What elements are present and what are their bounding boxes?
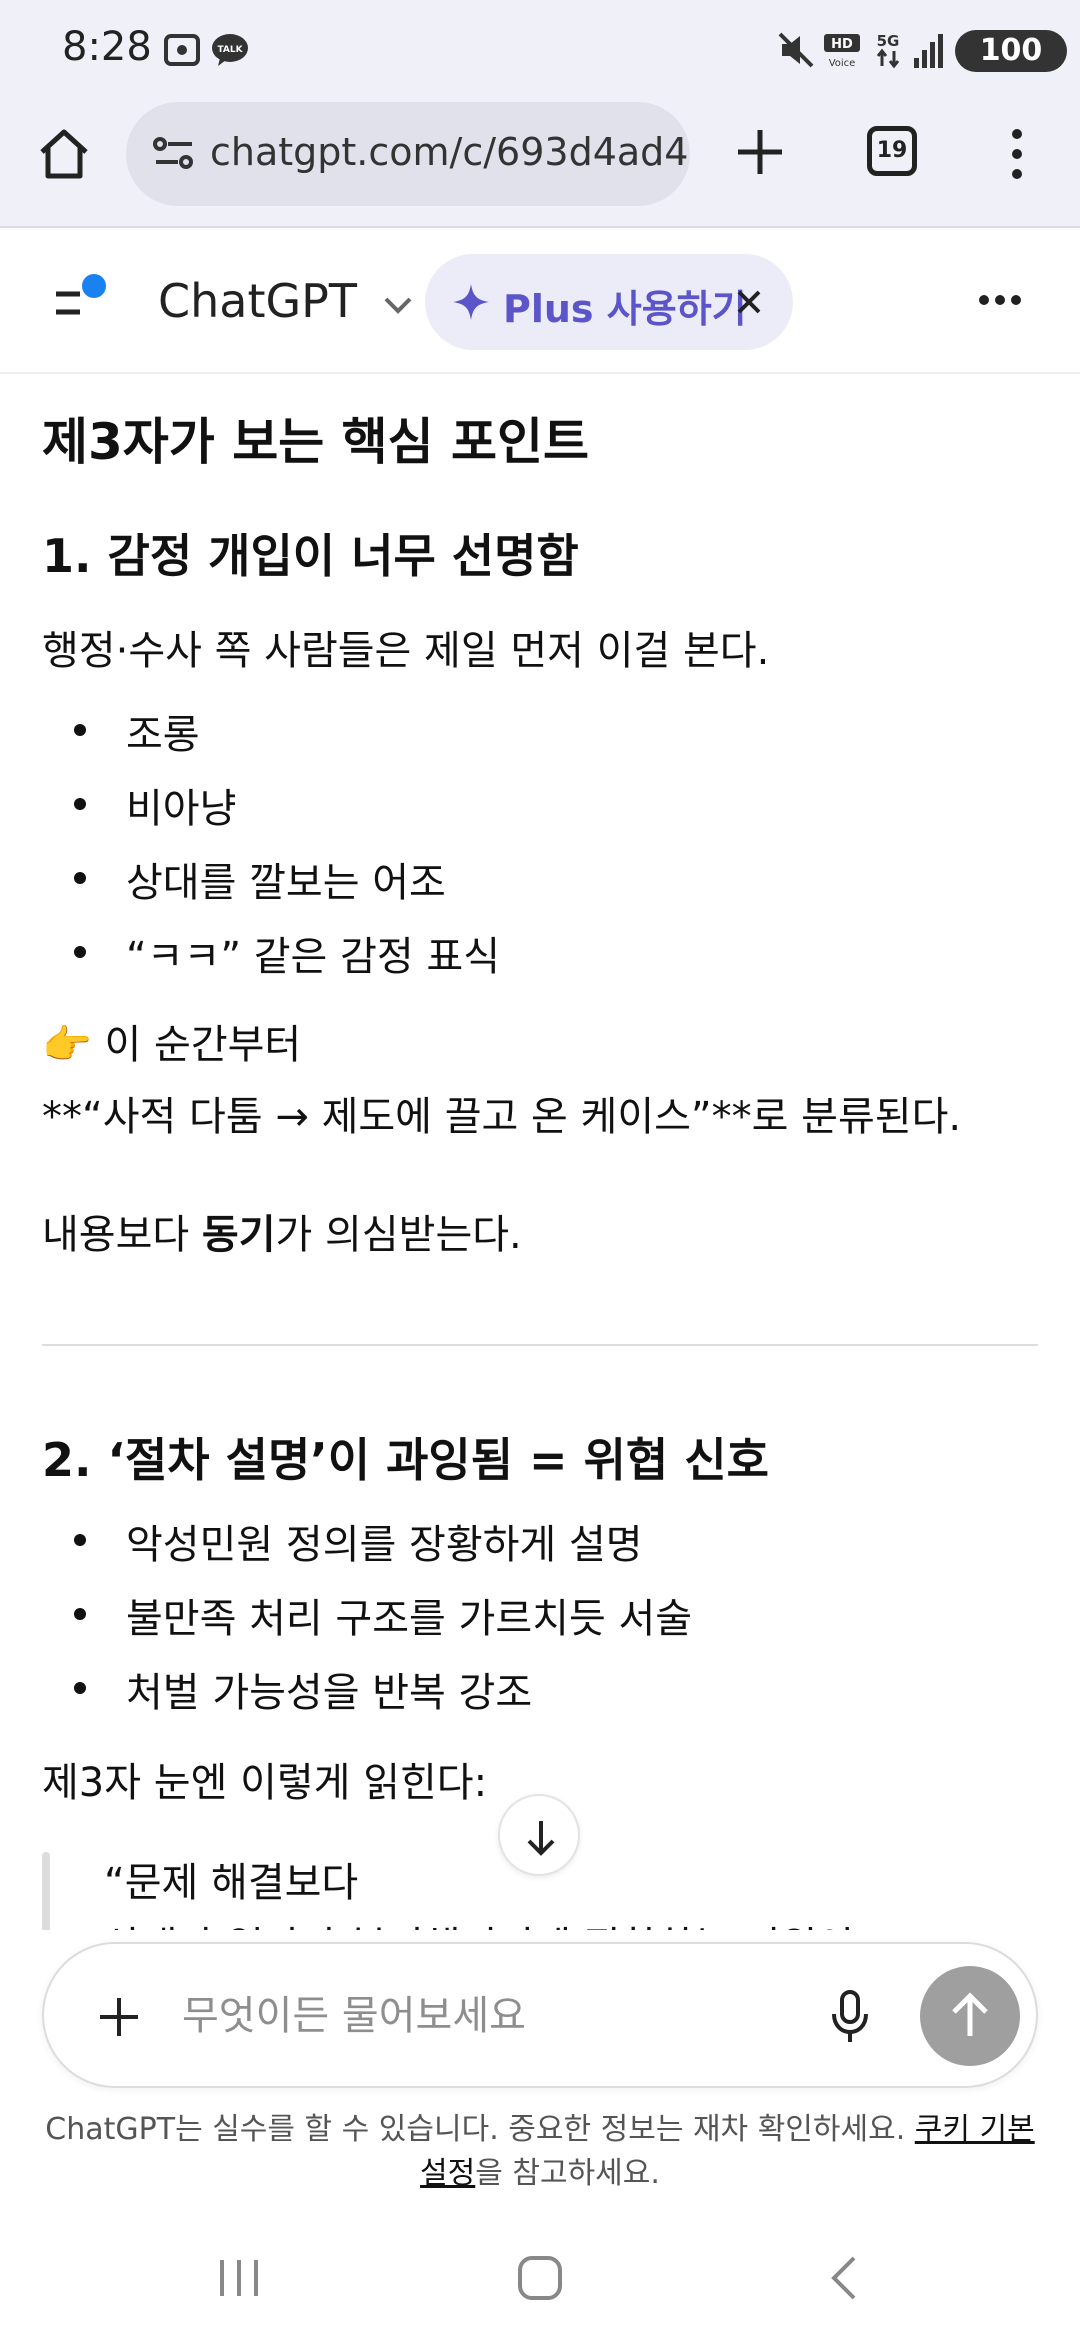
svg-text:5G: 5G [877, 32, 900, 50]
list-item: 조롱 [74, 702, 200, 760]
system-nav-bar [0, 2220, 1080, 2340]
chevron-down-icon [384, 297, 412, 314]
arrow-up-icon [952, 1992, 988, 2036]
list-item: 악성민원 정의를 장황하게 설명 [74, 1512, 643, 1570]
status-bar: 8:28 TALK HD Voice 5G 100 [0, 0, 1080, 100]
arrow-down-icon [527, 1821, 555, 1856]
sparkle-icon [453, 284, 489, 320]
suspicion-line: 내용보다 동기가 의심받는다. [42, 1212, 522, 1258]
list-item: 불만족 처리 구조를 가르치듯 서술 [73, 1586, 692, 1644]
talk-icon: TALK [212, 34, 248, 66]
site-settings-icon[interactable] [152, 134, 196, 174]
svg-text:TALK: TALK [217, 45, 243, 55]
more-menu-icon[interactable] [1000, 126, 1034, 182]
scroll-down-button[interactable] [498, 1794, 580, 1876]
disclaimer: ChatGPT는 실수를 할 수 있습니다. 중요한 정보는 재차 확인하세요.… [45, 2112, 1035, 2191]
browser-toolbar: chatgpt.com/c/693d4ad4-( 19 [0, 100, 1080, 228]
app-title: ChatGPT [158, 274, 357, 328]
quote-line-1: “문제 해결보다 [104, 1860, 359, 1906]
signal-icon [914, 34, 943, 68]
section1-intro: 행정·수사 쪽 사람들은 제일 먼저 이걸 본다. [42, 628, 770, 674]
pointer-line: 👉 이 순간부터 [42, 1022, 302, 1068]
list-item: 처벌 가능성을 반복 강조 [73, 1660, 532, 1718]
prompt-input[interactable] [182, 1986, 842, 2046]
svg-text:HD: HD [831, 37, 853, 52]
reading-line: 제3자 눈엔 이렇게 읽힌다: [42, 1760, 488, 1806]
divider [42, 1344, 1038, 1346]
status-time: 8:28 [62, 24, 152, 70]
section1-heading: 1. 감정 개입이 너무 선명함 [42, 529, 579, 583]
list-item: 상대를 깔보는 어조 [74, 850, 446, 908]
svg-text:Voice: Voice [829, 58, 856, 69]
app-header: ChatGPT Plus 사용하기 [0, 230, 1080, 374]
classification-line: **“사적 다툼 → 제도에 끌고 온 케이스”**로 분류된다. [42, 1094, 962, 1140]
address-bar[interactable]: chatgpt.com/c/693d4ad4-( [126, 102, 690, 206]
close-icon[interactable] [735, 288, 763, 316]
microphone-icon[interactable] [830, 1990, 870, 2044]
network-5g-icon: 5G [877, 32, 900, 69]
new-tab-icon[interactable] [730, 122, 790, 182]
tab-switcher-button[interactable]: 19 [867, 126, 917, 176]
sidebar-menu-icon[interactable] [50, 270, 114, 330]
emphasis-text: 동기 [201, 1212, 276, 1258]
url-text: chatgpt.com/c/693d4ad4-( [210, 130, 690, 174]
mute-icon [778, 32, 814, 68]
model-selector[interactable]: ChatGPT [158, 274, 414, 328]
home-nav-icon[interactable] [516, 2254, 564, 2302]
blockquote-bar [42, 1852, 50, 1942]
hd-voice-icon: HD Voice [824, 34, 860, 69]
plus-upgrade-label: Plus 사용하기 [503, 287, 747, 331]
recent-apps-icon[interactable] [214, 2256, 264, 2300]
back-icon[interactable] [824, 2254, 864, 2302]
section2-heading: 2. ‘절차 설명’이 과잉됨 = 위협 신호 [42, 1433, 769, 1487]
list-item: 비아냥 [73, 776, 236, 834]
more-options-icon[interactable] [978, 290, 1022, 310]
send-button[interactable] [920, 1966, 1020, 2066]
list-item: “ㅋㅋ” 같은 감정 표식 [74, 924, 500, 982]
add-attachment-icon[interactable] [96, 1994, 142, 2040]
home-icon[interactable] [34, 124, 94, 184]
cookie-settings-link-2[interactable]: 설정 [420, 2156, 475, 2191]
photo-icon [164, 34, 200, 66]
cookie-settings-link[interactable]: 쿠키 기본 [915, 2112, 1035, 2147]
composer [42, 1942, 1038, 2088]
battery-icon: 100 [955, 30, 1067, 72]
plus-upgrade-pill[interactable]: Plus 사용하기 [425, 254, 793, 350]
main-heading: 제3자가 보는 핵심 포인트 [42, 413, 590, 471]
